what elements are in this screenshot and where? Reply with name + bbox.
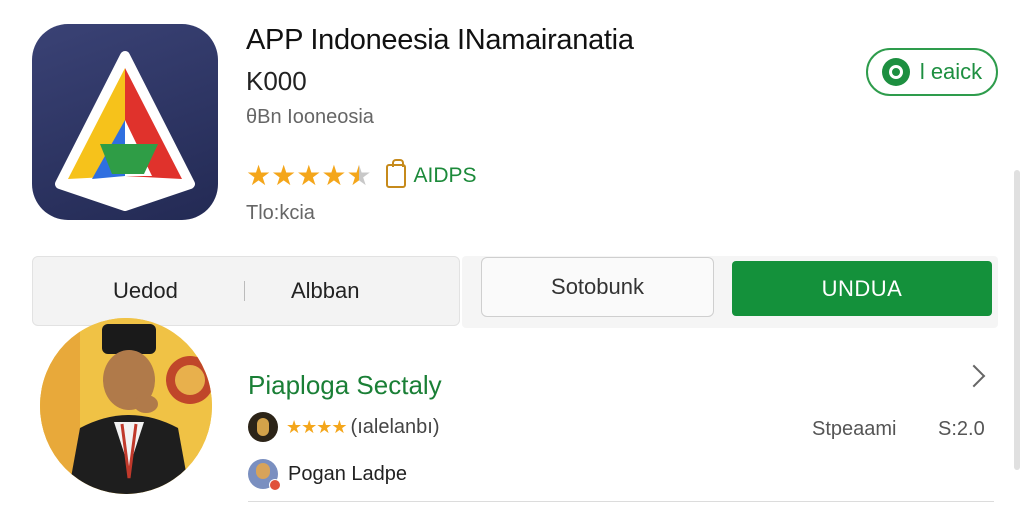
bag-icon <box>385 159 406 188</box>
whatsapp-icon <box>881 58 910 86</box>
app-publisher[interactable]: θBn Iooneosia <box>246 106 374 129</box>
review-stat-label: Stpeaami <box>812 418 897 440</box>
divider <box>248 501 994 502</box>
author-row[interactable]: Pogan Ladpe <box>248 458 408 491</box>
badge-label: AIDPS <box>413 164 477 187</box>
app-category[interactable]: Tlo:kcia <box>246 202 315 225</box>
review-title[interactable]: Piaploga Sectaly <box>248 370 442 401</box>
rating-row: ★ ★ ★ ★ ★ AIDPS <box>246 159 477 192</box>
reviewer-photo <box>40 318 212 494</box>
review-meta: (ıalelanbı) <box>350 415 440 438</box>
app-logo-icon <box>32 24 218 220</box>
author-name: Pogan Ladpe <box>288 462 408 485</box>
half-star-icon: ★ <box>346 160 372 191</box>
star-icon: ★ <box>271 160 297 191</box>
segmented-tabs: Uedod Albban <box>32 256 460 326</box>
app-price: K000 <box>246 66 307 96</box>
header-action-button[interactable]: l eaick <box>866 48 998 96</box>
star-icon: ★ <box>321 160 347 191</box>
author-avatar <box>248 459 281 491</box>
app-title: APP Indoneesia INamairanatia <box>246 24 634 56</box>
chevron-right-icon[interactable] <box>962 364 986 388</box>
tab-uedod[interactable]: Uedod <box>113 257 178 325</box>
tab-albban[interactable]: Albban <box>291 257 360 325</box>
scrollbar[interactable] <box>1014 170 1020 470</box>
install-button[interactable]: UNDUA <box>732 261 992 316</box>
review-stars: ★★★★ <box>286 416 348 437</box>
review-stat-value: S:2.0 <box>938 418 985 440</box>
secondary-button[interactable]: Sotobunk <box>481 257 714 317</box>
star-icon: ★ <box>246 160 272 191</box>
star-icon: ★ <box>296 160 322 191</box>
review-meta-row: ★★★★ (ıalelanbı) <box>248 411 439 443</box>
mini-avatar <box>248 412 278 442</box>
header-action-label: l eaick <box>919 59 983 84</box>
tab-divider <box>244 281 245 301</box>
